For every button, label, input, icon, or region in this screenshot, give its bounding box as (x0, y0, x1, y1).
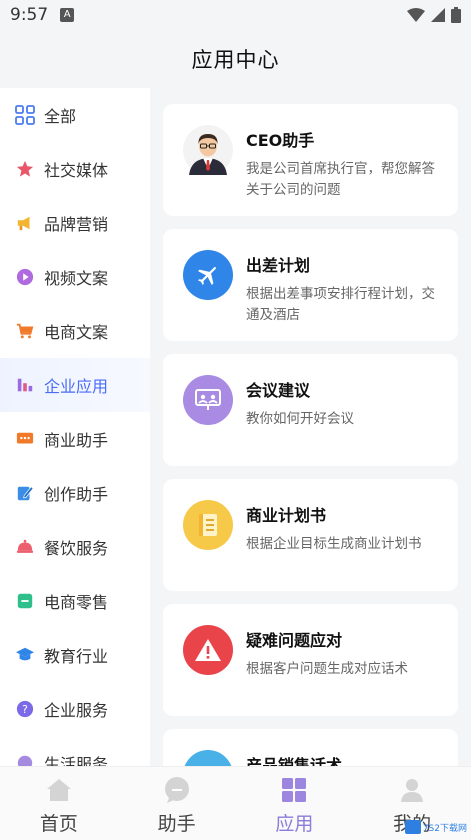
card-title: 商业计划书 (246, 506, 327, 525)
sidebar-item-creative-assistant[interactable]: 创作助手 (0, 466, 150, 520)
sidebar-item-label: 品牌营销 (44, 215, 109, 234)
sidebar-item-enterprise-apps[interactable]: 企业应用 (0, 358, 150, 412)
grid-icon (15, 105, 35, 125)
play-icon (15, 267, 35, 287)
apps-icon (280, 775, 308, 805)
sidebar-item-label: 商业助手 (44, 431, 109, 450)
sidebar-item-enterprise-services[interactable]: ? 企业服务 (0, 682, 150, 736)
header: 应用中心 (0, 30, 471, 88)
app-card-sales-script[interactable]: 产品销售话术 (163, 729, 458, 766)
app-card-ceo-assistant[interactable]: CEO助手 我是公司首席执行官，帮您解答关于公司的问题 (163, 104, 458, 216)
watermark-logo-icon (404, 820, 421, 834)
home-icon (45, 775, 73, 805)
bar-chart-icon (15, 375, 35, 395)
nav-assistant[interactable]: 助手 (118, 767, 236, 840)
sidebar-item-all[interactable]: 全部 (0, 88, 150, 142)
status-right (407, 7, 461, 23)
app-card-business-plan[interactable]: 商业计划书 根据企业目标生成商业计划书 (163, 479, 458, 591)
warning-icon (183, 625, 233, 675)
sidebar-item-label: 生活服务 (44, 755, 109, 766)
sidebar-item-education[interactable]: 教育行业 (0, 628, 150, 682)
sidebar-item-label: 企业服务 (44, 701, 109, 720)
watermark: 7S2下载网 (404, 820, 467, 834)
card-description: 教你如何开好会议 (246, 411, 354, 427)
card-title: CEO助手 (246, 131, 315, 150)
document-icon (183, 500, 233, 550)
sidebar-item-ecommerce-retail[interactable]: 电商零售 (0, 574, 150, 628)
shop-icon (15, 591, 35, 611)
nav-apps[interactable]: 应用 (236, 767, 354, 840)
card-description: 根据企业目标生成商业计划书 (246, 536, 422, 552)
wifi-icon (407, 8, 425, 22)
notification-a-icon: A (60, 8, 75, 22)
sidebar-item-label: 企业应用 (44, 377, 109, 396)
help-icon: ? (15, 699, 35, 719)
sidebar-item-brand-marketing[interactable]: 品牌营销 (0, 196, 150, 250)
sidebar-item-label: 视频文案 (44, 269, 109, 288)
sidebar-item-label: 教育行业 (44, 647, 109, 666)
sidebar-item-label: 创作助手 (44, 485, 109, 504)
nav-label: 首页 (39, 813, 78, 835)
card-description: 根据客户问题生成对应话术 (246, 661, 408, 677)
battery-icon (451, 7, 461, 23)
sidebar-item-label: 餐饮服务 (44, 539, 109, 558)
graduation-cap-icon (15, 645, 35, 665)
cloche-icon (15, 537, 35, 557)
sidebar-item-label: 电商文案 (44, 323, 109, 342)
megaphone-icon (15, 213, 35, 233)
svg-text:?: ? (22, 703, 28, 716)
sidebar-item-label: 电商零售 (44, 593, 109, 612)
signal-icon (431, 8, 445, 22)
sidebar-item-business-assistant[interactable]: 商业助手 (0, 412, 150, 466)
bottom-nav: 首页 助手 应用 我的 7S2下载网 (0, 766, 471, 840)
sidebar-item-catering[interactable]: 餐饮服务 (0, 520, 150, 574)
star-icon (15, 159, 35, 179)
ceo-avatar-icon (183, 125, 233, 175)
sidebar-item-label: 全部 (44, 107, 77, 126)
sidebar-item-label: 社交媒体 (44, 161, 109, 180)
sidebar-item-social-media[interactable]: 社交媒体 (0, 142, 150, 196)
category-sidebar: 全部 社交媒体 品牌营销 视频文案 电商文案 企业应用 商业助手 创作助手 餐饮… (0, 88, 150, 766)
app-card-problem-handling[interactable]: 疑难问题应对 根据客户问题生成对应话术 (163, 604, 458, 716)
card-title: 疑难问题应对 (246, 631, 343, 650)
edit-icon (15, 483, 35, 503)
sales-icon (183, 750, 233, 766)
status-bar: 9:57 A (0, 0, 471, 30)
chat-icon (15, 429, 35, 449)
card-description: 我是公司首席执行官，帮您解答关于公司的问题 (246, 161, 435, 198)
app-list: CEO助手 我是公司首席执行官，帮您解答关于公司的问题 出差计划 根据出差事项安… (150, 88, 471, 766)
card-title: 产品销售话术 (246, 756, 343, 766)
card-description: 根据出差事项安排行程计划，交通及酒店 (246, 286, 435, 323)
card-title: 出差计划 (246, 256, 311, 275)
sidebar-item-ecommerce-copy[interactable]: 电商文案 (0, 304, 150, 358)
cart-icon (15, 321, 35, 341)
nav-label: 助手 (157, 813, 196, 835)
sidebar-item-video-copy[interactable]: 视频文案 (0, 250, 150, 304)
card-title: 会议建议 (246, 381, 311, 400)
nav-label: 应用 (275, 813, 314, 835)
chat-bubble-icon (163, 775, 191, 805)
watermark-text: 7S2下载网 (422, 823, 467, 834)
page-title: 应用中心 (191, 48, 280, 72)
airplane-icon (183, 250, 233, 300)
app-card-business-trip[interactable]: 出差计划 根据出差事项安排行程计划，交通及酒店 (163, 229, 458, 341)
user-icon (398, 775, 426, 805)
status-time: 9:57 (10, 5, 49, 25)
meeting-icon (183, 375, 233, 425)
life-icon (15, 753, 35, 766)
sidebar-item-life-services[interactable]: 生活服务 (0, 736, 150, 766)
app-card-meeting-advice[interactable]: 会议建议 教你如何开好会议 (163, 354, 458, 466)
nav-home[interactable]: 首页 (0, 767, 118, 840)
